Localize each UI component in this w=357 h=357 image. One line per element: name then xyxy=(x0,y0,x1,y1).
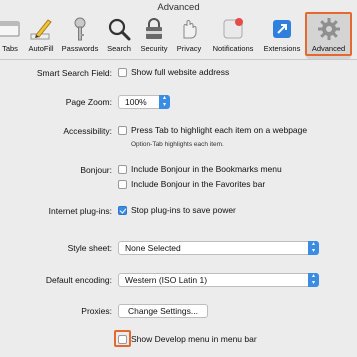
toolbar-item-passwords[interactable]: Passwords xyxy=(59,14,101,59)
bonjour-bookmarks-row[interactable]: Include Bonjour in the Bookmarks menu xyxy=(118,164,282,174)
develop-checkbox-highlight xyxy=(114,330,131,347)
chevron-updown-icon: ▴ ▾ xyxy=(159,95,170,109)
toolbar-item-security[interactable]: Security xyxy=(136,14,172,59)
plugins-checkbox-row[interactable]: Stop plug-ins to save power xyxy=(118,205,236,215)
proxies-label: Proxies: xyxy=(81,306,112,316)
puzzle-icon xyxy=(273,20,291,38)
smart-search-checkbox-label: Show full website address xyxy=(131,67,230,77)
chevron-updown-icon: ▴ ▾ xyxy=(308,241,319,255)
magnifier-icon xyxy=(108,18,131,41)
selection-highlight xyxy=(305,12,352,56)
pencil-icon xyxy=(30,19,52,40)
toolbar-item-tabs[interactable]: Tabs xyxy=(0,14,26,59)
change-settings-button[interactable]: Change Settings... xyxy=(118,304,208,318)
encoding-popup[interactable]: Western (ISO Latin 1) ▴ ▾ xyxy=(118,273,319,287)
toolbar-item-notifications[interactable]: Notifications xyxy=(207,14,259,59)
develop-menu-label: Show Develop menu in menu bar xyxy=(131,334,257,344)
style-sheet-label: Style sheet: xyxy=(67,243,112,253)
page-zoom-label: Page Zoom: xyxy=(65,97,112,107)
style-sheet-value: None Selected xyxy=(125,243,181,253)
smart-search-checkbox-row[interactable]: Show full website address xyxy=(118,67,229,77)
toolbar-label-security: Security xyxy=(140,44,168,53)
toolbar-item-search[interactable]: Search xyxy=(103,14,135,59)
plugins-label: Internet plug-ins: xyxy=(48,206,112,216)
smart-search-checkbox[interactable] xyxy=(118,67,127,77)
accessibility-checkbox-label: Press Tab to highlight each item on a we… xyxy=(131,125,308,135)
bonjour-label: Bonjour: xyxy=(80,165,112,175)
toolbar-item-extensions[interactable]: Extensions xyxy=(260,14,304,59)
advanced-pane: Smart Search Field: Show full website ad… xyxy=(0,60,357,357)
toolbar-label-privacy: Privacy xyxy=(176,44,202,53)
notifications-icon xyxy=(223,18,243,39)
style-sheet-popup[interactable]: None Selected ▴ ▾ xyxy=(118,241,319,255)
toolbar-label-extensions: Extensions xyxy=(263,44,301,53)
encoding-label: Default encoding: xyxy=(45,275,112,285)
bonjour-bookmarks-label: Include Bonjour in the Bookmarks menu xyxy=(131,164,282,174)
key-icon xyxy=(74,17,86,41)
page-zoom-value: 100% xyxy=(125,97,147,107)
toolbar-label-autofill: AutoFill xyxy=(28,44,54,53)
bonjour-favorites-row[interactable]: Include Bonjour in the Favorites bar xyxy=(118,179,265,189)
encoding-value: Western (ISO Latin 1) xyxy=(125,275,208,285)
toolbar-label-tabs: Tabs xyxy=(2,44,18,53)
bonjour-favorites-checkbox[interactable] xyxy=(118,179,127,189)
accessibility-hint: Option-Tab highlights each item. xyxy=(131,141,224,148)
bonjour-bookmarks-checkbox[interactable] xyxy=(118,164,127,174)
toolbar-label-search: Search xyxy=(107,44,131,53)
develop-menu-row[interactable]: Show Develop menu in menu bar xyxy=(118,334,257,344)
toolbar-label-passwords: Passwords xyxy=(61,44,99,53)
accessibility-checkbox-row[interactable]: Press Tab to highlight each item on a we… xyxy=(118,125,307,135)
toolbar-item-autofill[interactable]: AutoFill xyxy=(24,14,58,59)
plugins-checkbox-label: Stop plug-ins to save power xyxy=(131,205,236,215)
accessibility-checkbox[interactable] xyxy=(118,125,127,135)
chevron-updown-icon: ▴ ▾ xyxy=(308,273,319,287)
page-zoom-popup[interactable]: 100% ▴ ▾ xyxy=(118,95,170,109)
hand-icon xyxy=(183,20,197,39)
preferences-toolbar: Tabs AutoFill Passwords Search Security … xyxy=(0,12,357,60)
lock-icon xyxy=(146,18,162,39)
tabs-icon xyxy=(0,21,20,37)
bonjour-favorites-label: Include Bonjour in the Favorites bar xyxy=(131,179,266,189)
toolbar-label-notifications: Notifications xyxy=(212,44,254,53)
plugins-checkbox[interactable] xyxy=(118,205,127,215)
accessibility-label: Accessibility: xyxy=(63,126,112,136)
smart-search-label: Smart Search Field: xyxy=(36,68,112,78)
toolbar-item-privacy[interactable]: Privacy xyxy=(172,14,206,59)
